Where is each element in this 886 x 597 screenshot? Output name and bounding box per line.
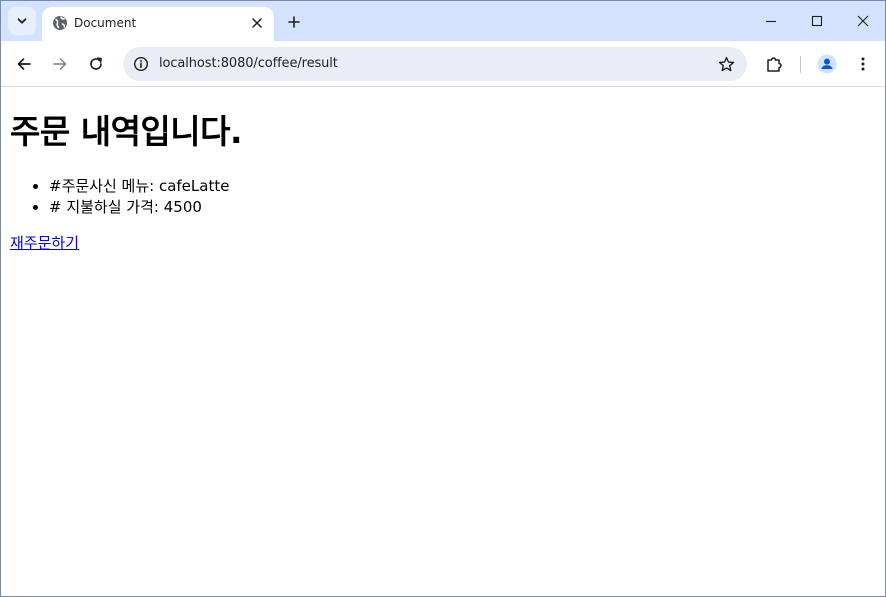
site-info-button[interactable]: [129, 52, 153, 76]
more-vert-icon: [861, 57, 865, 71]
tab-title: Document: [74, 16, 137, 30]
close-window-button[interactable]: [843, 7, 883, 35]
back-arrow-icon: [17, 58, 31, 70]
forward-button[interactable]: [45, 49, 75, 79]
new-tab-button[interactable]: [283, 11, 305, 33]
back-button[interactable]: [9, 49, 39, 79]
menu-button[interactable]: [848, 49, 878, 79]
extensions-button[interactable]: [759, 49, 789, 79]
toolbar-divider: [800, 56, 801, 73]
forward-arrow-icon: [53, 58, 67, 70]
profile-icon: [817, 54, 837, 74]
maximize-icon: [811, 15, 823, 27]
tab-document[interactable]: Document: [42, 7, 274, 41]
plus-icon: [288, 16, 300, 28]
browser-toolbar: localhost:8080/coffee/result: [1, 41, 885, 87]
tab-close-button[interactable]: [248, 14, 266, 32]
close-icon: [252, 18, 262, 28]
profile-button[interactable]: [812, 49, 842, 79]
reload-icon: [90, 57, 102, 70]
page-heading: 주문 내역입니다.: [10, 112, 243, 151]
address-bar[interactable]: localhost:8080/coffee/result: [123, 47, 747, 81]
minimize-button[interactable]: [751, 7, 791, 35]
order-details-list: #주문사신 메뉴: cafeLatte # 지불하실 가격: 4500: [49, 176, 229, 218]
tab-strip: Document: [1, 1, 885, 41]
globe-icon: [53, 16, 67, 30]
close-icon: [857, 15, 869, 27]
maximize-button[interactable]: [797, 7, 837, 35]
star-icon: [718, 56, 734, 71]
tab-search-button[interactable]: [8, 7, 36, 35]
reload-button[interactable]: [81, 49, 111, 79]
puzzle-icon: [767, 57, 782, 72]
reorder-link[interactable]: 재주문하기: [10, 233, 79, 253]
order-price-item: # 지불하실 가격: 4500: [49, 197, 229, 218]
info-icon: [133, 56, 149, 72]
minimize-icon: [766, 20, 776, 23]
bookmark-button[interactable]: [715, 53, 737, 75]
browser-window: Document localhost:8080/coffee/result 주문…: [0, 0, 886, 597]
order-menu-item: #주문사신 메뉴: cafeLatte: [49, 176, 229, 197]
address-url[interactable]: localhost:8080/coffee/result: [159, 56, 338, 72]
chevron-down-icon: [17, 18, 27, 24]
page-content: 주문 내역입니다. #주문사신 메뉴: cafeLatte # 지불하실 가격:…: [1, 88, 885, 596]
